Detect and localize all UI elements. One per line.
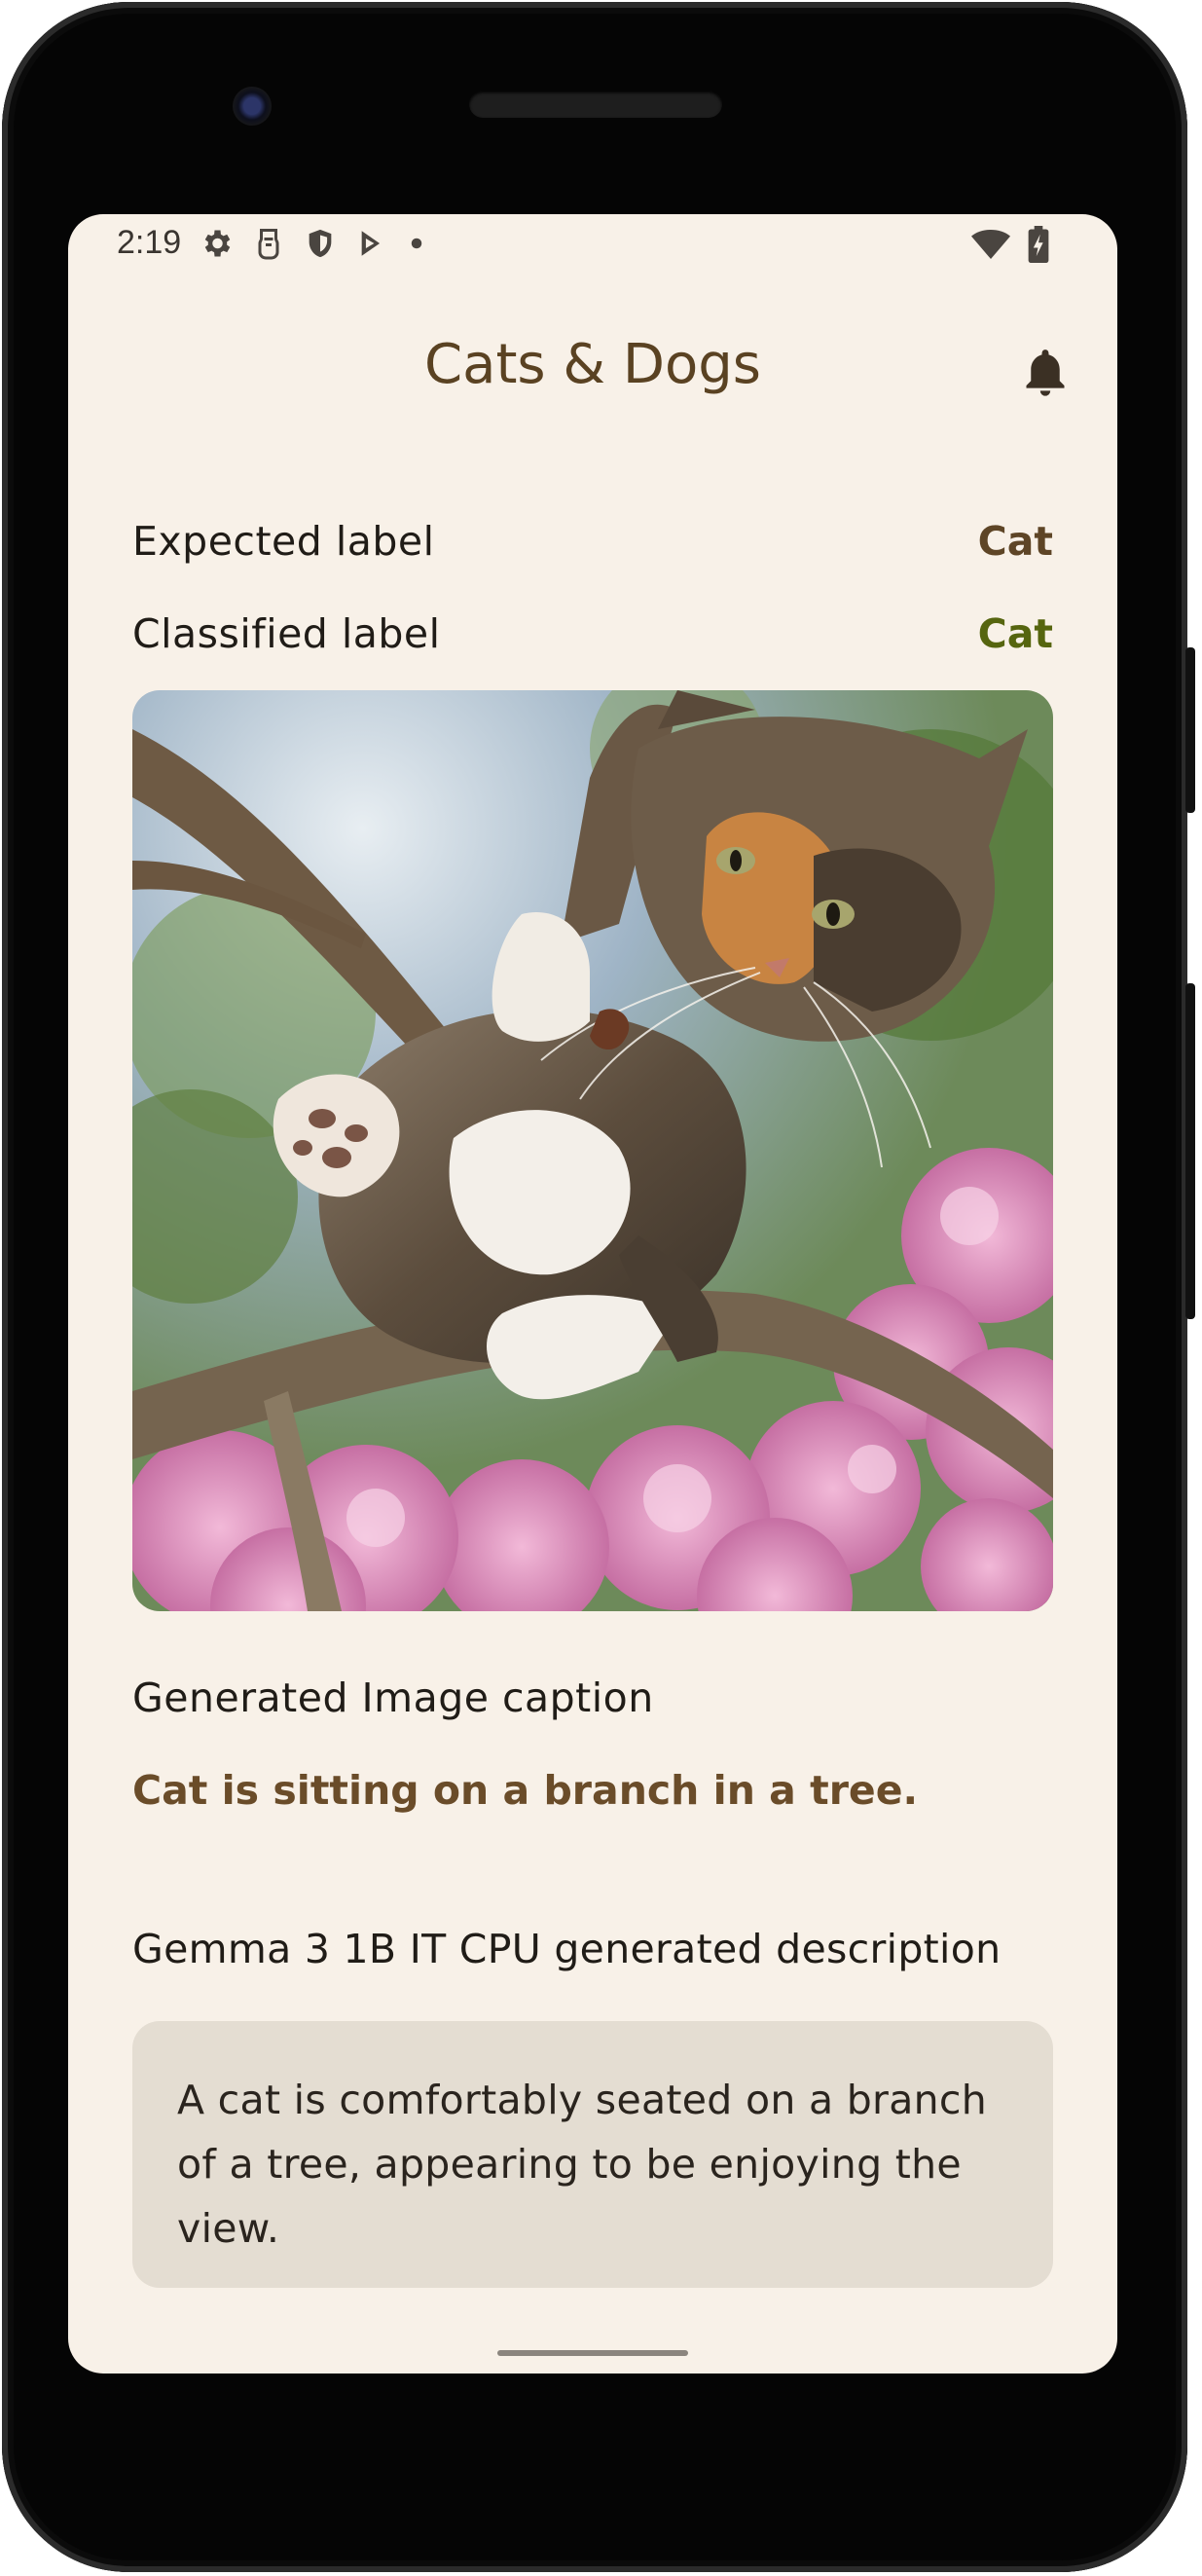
settings-icon (199, 226, 234, 261)
app-screen: 2:19 Cats & Dogs Expected label Cat Clas… (68, 214, 1117, 2374)
expected-label-row: Expected label Cat (132, 518, 1053, 565)
expected-label-key: Expected label (132, 518, 435, 565)
status-time: 2:19 (117, 224, 182, 261)
description-text: A cat is comfortably seated on a branch … (177, 2077, 988, 2252)
bell-icon[interactable] (1020, 345, 1071, 401)
status-bar: 2:19 (68, 214, 1117, 273)
caption-heading: Generated Image caption (132, 1674, 654, 1721)
front-camera (233, 87, 272, 126)
play-store-icon (356, 226, 389, 261)
description-card: A cat is comfortably seated on a branch … (132, 2021, 1053, 2288)
battery-charging-icon (1028, 226, 1049, 268)
earpiece-speaker (469, 91, 722, 118)
sim-card-icon (253, 226, 284, 261)
description-heading: Gemma 3 1B IT CPU generated description (132, 1926, 1002, 1972)
status-icons-right (971, 226, 1049, 268)
caption-text: Cat is sitting on a branch in a tree. (132, 1767, 919, 1814)
cat-photo (132, 690, 1053, 1611)
wifi-icon (971, 227, 1010, 267)
notification-dot-icon (409, 226, 424, 261)
classified-label-row: Classified label Cat (132, 610, 1053, 657)
classified-label-value: Cat (977, 610, 1053, 657)
app-title: Cats & Dogs (424, 333, 761, 396)
classified-label-key: Classified label (132, 610, 441, 657)
power-button (1185, 647, 1195, 813)
shield-icon (304, 226, 337, 261)
expected-label-value: Cat (977, 518, 1053, 565)
gesture-nav-handle[interactable] (497, 2350, 688, 2356)
volume-button (1185, 983, 1195, 1319)
status-icons-left (199, 226, 424, 261)
